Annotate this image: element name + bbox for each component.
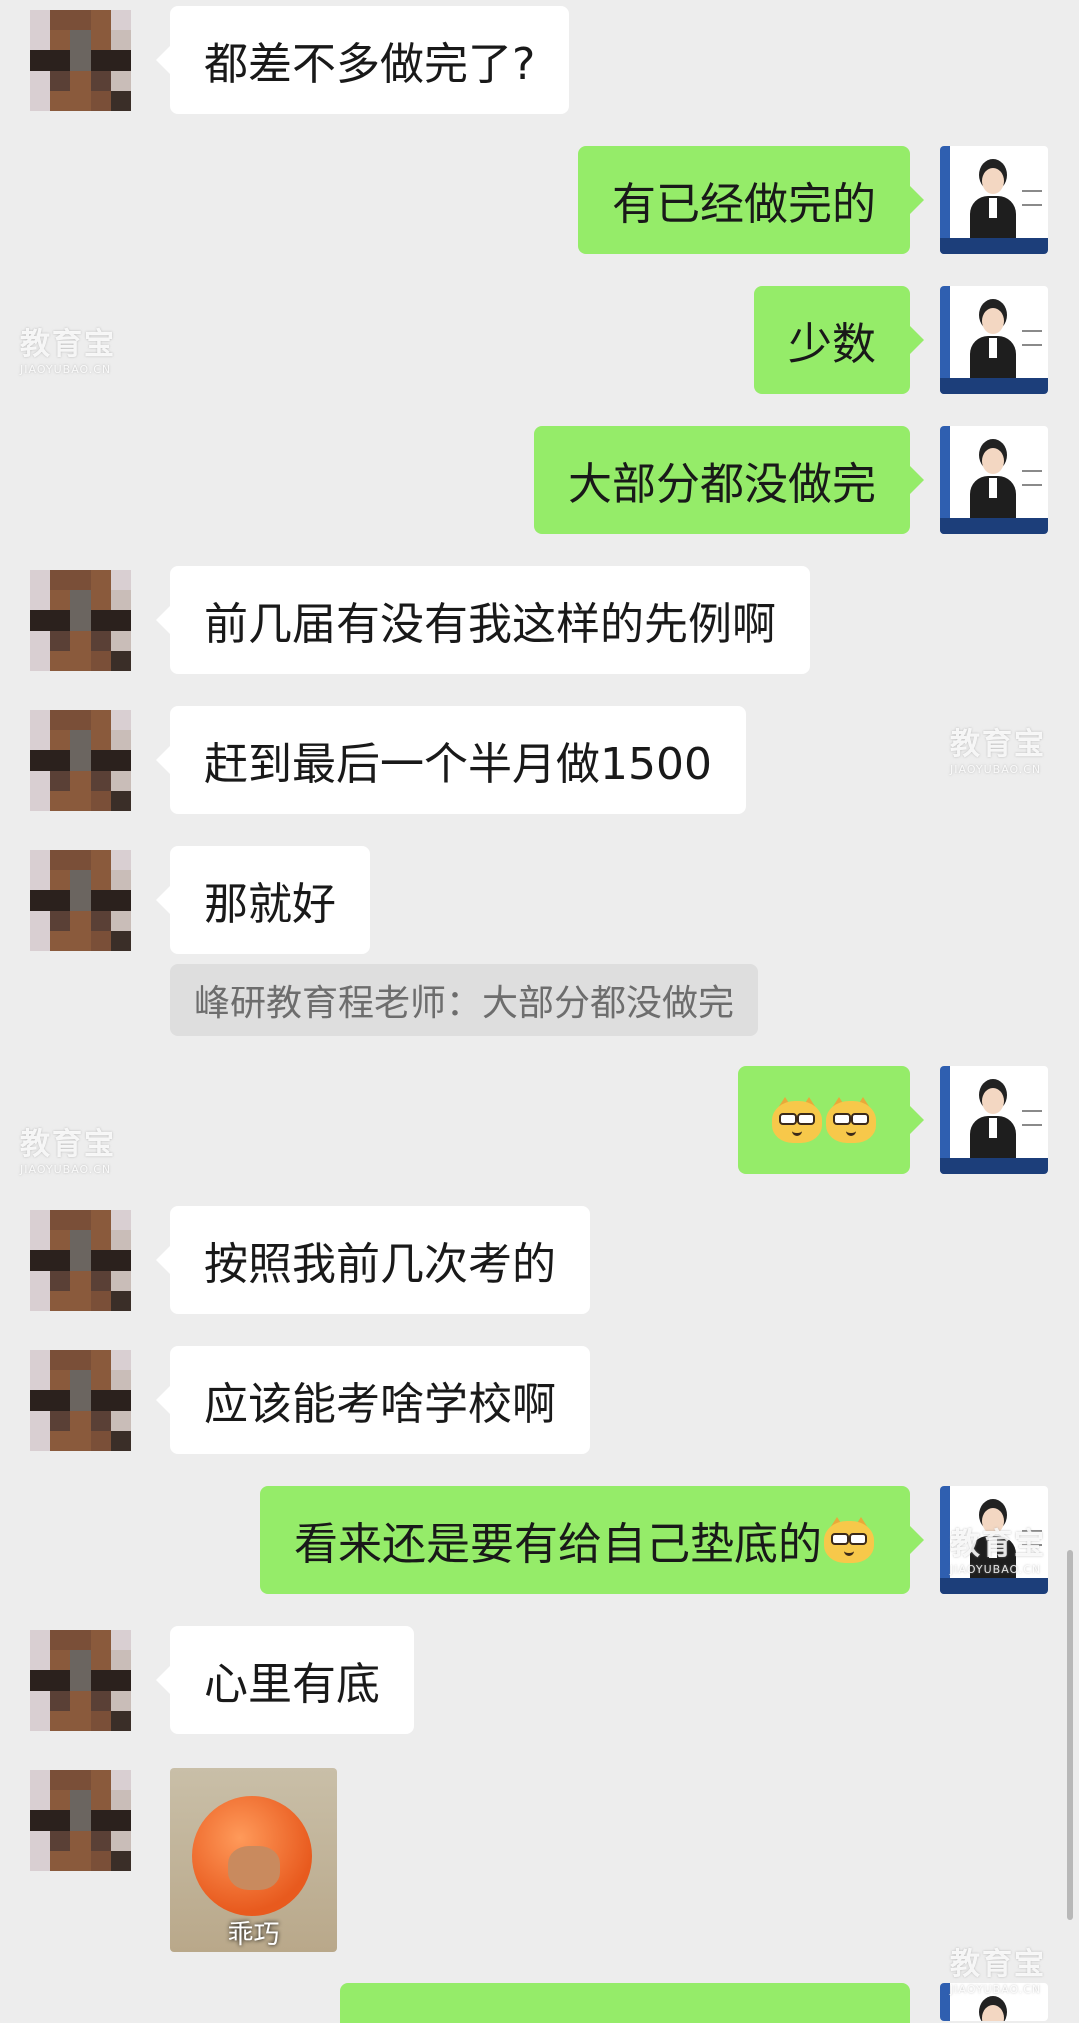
watermark-logo: 教育宝 JIAOYUBAO.CN — [20, 327, 116, 376]
message-bubble[interactable]: 都差不多做完了? — [155, 6, 570, 114]
avatar-self[interactable] — [940, 426, 1048, 534]
avatar-contact[interactable] — [30, 570, 131, 671]
message-bubble[interactable]: 前几届有没有我这样的先例啊 — [156, 566, 810, 674]
watermark-subtext: JIAOYUBAO.CN — [950, 763, 1042, 776]
message-bubble[interactable]: 按照我前几次考的 — [156, 1206, 590, 1314]
watermark-text: 教育宝 — [950, 727, 1046, 762]
message-bubble-partial[interactable] — [340, 1983, 910, 2023]
message-bubble[interactable]: 大部分都没做完 — [534, 426, 924, 534]
watermark-logo: 教育宝 JIAOYUBAO.CN — [950, 1527, 1046, 1576]
doge-emoji-icon — [826, 1097, 876, 1143]
message-bubble[interactable]: 看来还是要有给自己垫底的 — [260, 1486, 924, 1594]
message-bubble[interactable]: 心里有底 — [156, 1626, 414, 1734]
avatar-self[interactable] — [940, 1066, 1048, 1174]
sticker-caption: 乖巧 — [227, 1919, 280, 1950]
avatar-contact[interactable] — [30, 710, 131, 811]
scrollbar[interactable] — [1067, 1550, 1073, 1920]
watermark-logo: 教育宝 JIAOYUBAO.CN — [20, 1127, 116, 1176]
avatar-contact[interactable] — [30, 1210, 131, 1311]
avatar-contact[interactable] — [30, 10, 131, 111]
watermark-text: 教育宝 — [950, 1527, 1046, 1562]
message-text: 看来还是要有给自己垫底的 — [294, 1519, 822, 1570]
watermark-subtext: JIAOYUBAO.CN — [20, 363, 112, 376]
avatar-self[interactable] — [940, 146, 1048, 254]
watermark-text: 教育宝 — [20, 1127, 116, 1162]
avatar-contact[interactable] — [30, 1350, 131, 1451]
watermark-text: 教育宝 — [20, 327, 116, 362]
message-bubble[interactable]: 有已经做完的 — [578, 146, 924, 254]
watermark-subtext: JIAOYUBAO.CN — [950, 1983, 1042, 1996]
quoted-message[interactable]: 峰研教育程老师：大部分都没做完 — [170, 964, 759, 1036]
watermark-logo: 教育宝 JIAOYUBAO.CN — [950, 1947, 1046, 1996]
message-bubble[interactable]: 赶到最后一个半月做1500 — [156, 706, 746, 814]
message-bubble[interactable]: 那就好 — [156, 846, 370, 954]
avatar-self[interactable] — [940, 286, 1048, 394]
watermark-logo: 教育宝 JIAOYUBAO.CN — [950, 727, 1046, 776]
sticker-image[interactable]: 乖巧 — [170, 1768, 337, 1952]
message-bubble[interactable]: 应该能考啥学校啊 — [156, 1346, 590, 1454]
doge-emoji-icon — [772, 1097, 822, 1143]
watermark-subtext: JIAOYUBAO.CN — [20, 1163, 112, 1176]
avatar-contact[interactable] — [30, 1770, 131, 1871]
watermark-subtext: JIAOYUBAO.CN — [950, 1563, 1042, 1576]
emoji-bubble[interactable] — [738, 1066, 924, 1174]
watermark-text: 教育宝 — [950, 1947, 1046, 1982]
avatar-contact[interactable] — [30, 850, 131, 951]
doge-emoji-icon — [824, 1517, 874, 1563]
message-bubble[interactable]: 少数 — [754, 286, 924, 394]
avatar-contact[interactable] — [30, 1630, 131, 1731]
